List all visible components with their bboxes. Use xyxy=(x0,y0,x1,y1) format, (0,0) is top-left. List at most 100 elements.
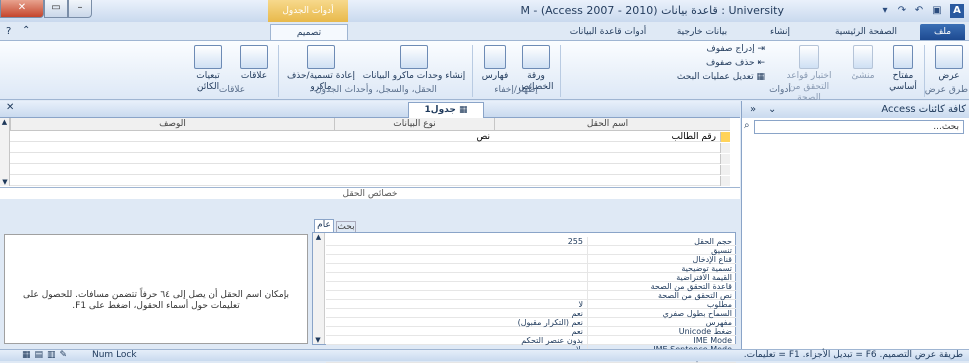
table-row[interactable] xyxy=(10,165,730,175)
row-selector[interactable] xyxy=(720,154,730,164)
customize-qat-icon[interactable]: ▾ xyxy=(878,4,892,18)
close-document-icon[interactable]: ✕ xyxy=(6,102,14,113)
property-value[interactable] xyxy=(326,282,588,291)
row-selector[interactable] xyxy=(720,132,730,142)
field-properties-title: خصائص الحقل xyxy=(0,187,740,199)
property-value[interactable]: بدون عنصر التحكم xyxy=(326,336,588,345)
undo-icon[interactable]: ↶ xyxy=(912,4,926,18)
minimize-button[interactable]: – xyxy=(68,0,92,18)
property-name: قناع الإدخال xyxy=(692,255,732,264)
pivot-table-view-icon[interactable]: ▤ xyxy=(35,350,48,360)
table-row[interactable]: رقم الطالب نص xyxy=(10,132,730,142)
property-name: مفهرس xyxy=(705,318,732,327)
table-row[interactable] xyxy=(10,154,730,164)
shutter-bar-icon[interactable]: « xyxy=(750,101,756,118)
indexes-button[interactable]: فهارس xyxy=(476,45,514,82)
table-design-window: ✕ ▦ جدول1 اسم الحقل نوع البيانات الوصف ▲… xyxy=(0,101,740,363)
modify-lookups-button[interactable]: ▦ تعديل عمليات البحث xyxy=(635,72,765,85)
property-row[interactable]: قناع الإدخال xyxy=(326,255,736,264)
property-row[interactable]: مفهرس نعم (التكرار مقبول) xyxy=(326,318,736,327)
property-row[interactable]: نص التحقق من الصحة xyxy=(326,291,736,300)
dependencies-icon xyxy=(194,45,222,69)
property-row[interactable]: ضغط Unicode نعم xyxy=(326,327,736,336)
create-data-macros-button[interactable]: إنشاء وحدات ماكرو البيانات xyxy=(360,45,468,82)
property-value[interactable] xyxy=(326,291,588,300)
table-row[interactable] xyxy=(10,143,730,153)
group-tools-label: أدوات xyxy=(769,85,791,95)
tab-external-data[interactable]: بيانات خارجية xyxy=(662,24,742,40)
property-row[interactable]: تسمية توضيحية xyxy=(326,264,736,273)
tab-table1[interactable]: ▦ جدول1 xyxy=(408,102,484,118)
indexes-icon xyxy=(484,45,506,69)
nav-search-input[interactable]: بحث... xyxy=(754,120,964,134)
field-help-text: بإمكان اسم الحقل أن يصل إلى ٦٤ حرفاً تتض… xyxy=(4,234,308,344)
property-value[interactable]: 255 xyxy=(326,237,588,246)
relationships-button[interactable]: علاقات xyxy=(232,45,276,82)
builder-label: منشئ xyxy=(851,71,875,81)
tab-file[interactable]: ملف xyxy=(920,24,965,40)
help-icon[interactable]: ? xyxy=(6,26,11,37)
properties-scrollbar[interactable]: ▲ ▼ xyxy=(313,233,325,344)
field-name-cell[interactable]: رقم الطالب xyxy=(496,132,716,142)
data-macro-icon xyxy=(400,45,428,69)
column-header-data-type: نوع البيانات xyxy=(334,118,494,131)
pivot-chart-view-icon[interactable]: ▥ xyxy=(47,350,60,360)
design-grid-scrollbar[interactable]: ▲ ▼ xyxy=(0,118,10,186)
save-icon[interactable]: ▣ xyxy=(930,4,944,18)
maximize-button[interactable]: ▭ xyxy=(44,0,68,18)
redo-icon[interactable]: ↷ xyxy=(895,4,909,18)
builder-button[interactable]: منشئ xyxy=(844,45,882,82)
tab-design[interactable]: تصميم xyxy=(270,24,348,40)
nav-menu-chevron-icon[interactable]: ⌄ xyxy=(768,101,776,118)
description-cell[interactable] xyxy=(10,132,330,142)
data-type-cell[interactable]: نص xyxy=(334,132,490,142)
property-row[interactable]: قاعدة التحقق من الصحة xyxy=(326,282,736,291)
property-value[interactable] xyxy=(326,246,588,255)
property-value[interactable] xyxy=(326,264,588,273)
rename-macro-icon xyxy=(307,45,335,69)
tab-general[interactable]: عام xyxy=(314,219,334,232)
tab-database-tools[interactable]: أدوات قاعدة البيانات xyxy=(558,24,658,40)
table-icon: ▦ xyxy=(455,105,468,115)
group-relationships-label: علاقات xyxy=(218,85,246,95)
property-value[interactable]: نعم xyxy=(326,309,588,318)
collapse-ribbon-icon[interactable]: ⌃ xyxy=(22,25,30,36)
property-name: السماح بطول صفري xyxy=(662,309,732,318)
property-value[interactable] xyxy=(326,255,588,264)
view-button[interactable]: عرض xyxy=(932,45,966,82)
nav-pane-header[interactable]: كافة كائنات Access ⌄ « xyxy=(742,101,969,118)
table-row[interactable] xyxy=(10,176,730,186)
insert-rows-button[interactable]: ⇥ إدراج صفوف xyxy=(635,44,765,57)
property-row[interactable]: السماح بطول صفري نعم xyxy=(326,309,736,318)
tab-create[interactable]: إنشاء xyxy=(750,24,810,40)
property-row[interactable]: حجم الحقل 255 xyxy=(326,237,736,246)
property-value[interactable]: نعم (التكرار مقبول) xyxy=(326,318,588,327)
validation-icon xyxy=(799,45,819,69)
nav-pane-title: كافة كائنات Access xyxy=(881,104,966,115)
property-row[interactable]: IME Mode بدون عنصر التحكم xyxy=(326,336,736,345)
property-value[interactable]: نعم xyxy=(326,327,588,336)
property-value[interactable] xyxy=(326,273,588,282)
window-title: M - (Access 2007 - 2010) قاعدة بيانات : … xyxy=(520,4,784,17)
tab-home[interactable]: الصفحة الرئيسية xyxy=(818,24,914,40)
view-switcher[interactable]: ▦▤▥✎ xyxy=(22,350,71,361)
property-value[interactable]: لا xyxy=(326,300,588,309)
design-view-icon[interactable]: ✎ xyxy=(60,350,72,360)
property-row[interactable]: القيمة الافتراضية xyxy=(326,273,736,282)
delete-rows-button[interactable]: ⇤ حذف صفوف xyxy=(635,58,765,71)
row-selector[interactable] xyxy=(720,165,730,175)
ribbon-tabs: ? ⌃ ملف الصفحة الرئيسية إنشاء بيانات خار… xyxy=(0,22,969,40)
property-row[interactable]: مطلوب لا xyxy=(326,300,736,309)
row-selector[interactable] xyxy=(720,176,730,186)
ribbon: عرض طرق عرض مفتاح أساسي منشئ اختبار قواع… xyxy=(0,40,969,103)
access-logo-icon: A xyxy=(950,4,964,18)
property-name: نص التحقق من الصحة xyxy=(657,291,732,300)
datasheet-view-icon[interactable]: ▦ xyxy=(22,350,35,360)
indexes-label: فهارس xyxy=(481,71,509,81)
separator xyxy=(278,45,279,97)
tab-lookup[interactable]: بحث xyxy=(336,221,356,232)
close-window-button[interactable]: ✕ xyxy=(0,0,44,18)
property-name: حجم الحقل xyxy=(694,237,732,246)
property-row[interactable]: تنسيق xyxy=(326,246,736,255)
row-selector[interactable] xyxy=(720,143,730,153)
